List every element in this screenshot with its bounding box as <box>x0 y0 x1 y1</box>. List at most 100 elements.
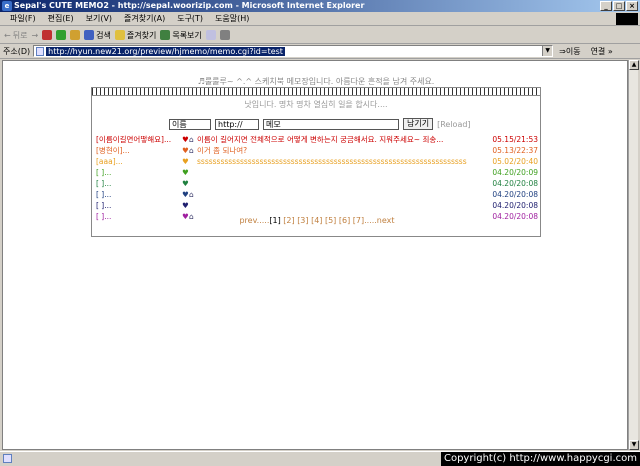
copyright-text: Copyright(c) http://www.happycgi.com <box>440 452 640 466</box>
window-titlebar: e Sepal's CUTE MEMO2 - http://sepal.woor… <box>0 0 640 12</box>
home-button[interactable] <box>70 30 81 40</box>
menu-favorites[interactable]: 즐겨찾기(A) <box>118 13 171 24</box>
window-title: Sepal's CUTE MEMO2 - http://sepal.wooriz… <box>14 1 365 10</box>
page-link-4[interactable]: [4] <box>311 216 322 225</box>
memo-date: 04.20/20:08 <box>492 190 538 199</box>
memo-author[interactable]: [ ]... <box>96 167 111 178</box>
scroll-up-icon[interactable]: ▲ <box>629 60 639 70</box>
memo-row: [ ]... ♥ 04.20/20:09 <box>96 167 538 178</box>
address-bar: 주소(D) http://hyun.new21.org/preview/hjme… <box>0 44 640 59</box>
address-input[interactable]: http://hyun.new21.org/preview/hjmemo/mem… <box>33 45 554 57</box>
back-button[interactable]: ← 뒤로 <box>4 30 27 41</box>
search-icon <box>84 30 95 40</box>
refresh-icon <box>56 30 67 40</box>
home-icon <box>70 30 81 40</box>
mail-button[interactable] <box>205 30 216 40</box>
memo-row: [aaa]... ♥ sssssssssssssssssssssssssssssss… <box>96 156 538 167</box>
memo-message: 이름이 길어지면 전체적으로 어떻게 변하는지 궁금해서요. 지워주세요~ 죄송… <box>197 135 444 144</box>
favorites-button[interactable]: 즐겨찾기 <box>114 30 157 41</box>
go-label: 이동 <box>565 46 581 56</box>
search-label: 검색 <box>96 30 111 40</box>
pagination: prev.....[1] [2] [3] [4] [5] [6] [7]....… <box>92 216 542 225</box>
ie-icon: e <box>2 1 12 11</box>
links-button[interactable]: 연결 » <box>591 46 613 57</box>
memo-date: 04.20/20:08 <box>492 179 538 188</box>
memo-author[interactable]: [aaa]... <box>96 156 123 167</box>
favorites-label: 즐겨찾기 <box>126 30 157 40</box>
heart-icon: ♥ <box>182 179 189 188</box>
memo-message: 이거 좀 되나여? <box>197 146 248 155</box>
page-title: ♬룰룰루~ ^.^ 스케치북 메모장입니다. 아름다운 흔적을 남겨 주세요. <box>197 77 435 86</box>
go-button[interactable]: ⇒이동 <box>559 46 580 57</box>
page-link-2[interactable]: [2] <box>283 216 294 225</box>
page-content: ♬룰룰루~ ^.^ 스케치북 메모장입니다. 아름다운 흔적을 남겨 주세요. … <box>2 60 628 450</box>
memo-author[interactable]: [ ]... <box>96 200 111 211</box>
memo-date: 04.20/20:08 <box>492 201 538 210</box>
heart-icon: ♥ <box>182 157 189 166</box>
page-link-5[interactable]: [5] <box>325 216 336 225</box>
homepage-icon[interactable]: ⌂ <box>189 145 194 156</box>
vertical-scrollbar[interactable]: ▲ ▼ <box>628 60 639 450</box>
forward-button[interactable]: → <box>31 31 38 40</box>
print-icon <box>219 30 230 40</box>
memo-author[interactable]: [ ]... <box>96 189 111 200</box>
menu-file[interactable]: 파일(F) <box>4 13 42 24</box>
memo-date: 05.15/21:53 <box>492 135 538 144</box>
close-button[interactable]: × <box>626 1 638 11</box>
maximize-button[interactable]: □ <box>613 1 625 11</box>
heart-icon: ♥ <box>182 168 189 177</box>
page-link-7[interactable]: [7] <box>353 216 364 225</box>
name-input[interactable]: 이름 <box>169 118 211 130</box>
menu-edit[interactable]: 편집(E) <box>42 13 80 24</box>
memo-author[interactable]: [ ]... <box>96 178 111 189</box>
memo-date: 05.02/20:40 <box>492 157 538 166</box>
search-button[interactable]: 검색 <box>84 30 111 41</box>
status-bar: Copyright(c) http://www.happycgi.com <box>0 451 640 466</box>
memo-row: [ ]... ♥ 04.20/20:08 <box>96 178 538 189</box>
memo-date: 05.13/22:37 <box>492 146 538 155</box>
memo-form: 이름 http:// 메모 남기기 [Reload] <box>169 118 471 130</box>
mail-icon <box>205 30 216 40</box>
menu-help[interactable]: 도움말(H) <box>209 13 255 24</box>
toolbar: ← 뒤로 → 검색 즐겨찾기 목록보기 <box>0 27 640 44</box>
print-button[interactable] <box>219 30 230 40</box>
status-page-icon <box>3 454 12 463</box>
page-link-6[interactable]: [6] <box>339 216 350 225</box>
minimize-button[interactable]: _ <box>600 1 612 11</box>
memo-author[interactable]: [병현이]... <box>96 145 130 156</box>
homepage-icon[interactable]: ⌂ <box>189 134 194 145</box>
stop-button[interactable] <box>42 30 53 40</box>
address-url: http://hyun.new21.org/preview/hjmemo/mem… <box>46 47 285 56</box>
scroll-down-icon[interactable]: ▼ <box>629 440 639 450</box>
memo-author[interactable]: [이름이길면어떻해요]... <box>96 134 171 145</box>
menu-tools[interactable]: 도구(T) <box>171 13 209 24</box>
refresh-button[interactable] <box>56 30 67 40</box>
page-icon <box>36 47 45 56</box>
reload-link[interactable]: [Reload] <box>437 120 470 129</box>
stop-icon <box>42 30 53 40</box>
homepage-icon[interactable]: ⌂ <box>189 189 194 200</box>
favorites-icon <box>114 30 125 40</box>
back-label: 뒤로 <box>12 30 28 40</box>
page-link-1[interactable]: [1] <box>269 216 280 225</box>
page-link-3[interactable]: [3] <box>297 216 308 225</box>
spiral-binding <box>92 88 540 96</box>
memo-date: 04.20/20:09 <box>492 168 538 177</box>
history-label: 목록보기 <box>172 30 202 40</box>
memo-row: [ ]... ♥ ⌂ 04.20/20:08 <box>96 189 538 200</box>
submit-button[interactable]: 남기기 <box>403 118 434 130</box>
memo-row: [병현이]... ♥ ⌂ 이거 좀 되나여? 05.13/22:37 <box>96 145 538 156</box>
heart-icon: ♥ <box>182 146 189 155</box>
memo-list: [이름이길면어떻해요]... ♥ ⌂ 이름이 길어지면 전체적으로 어떻게 변하는지 … <box>96 134 538 222</box>
memo-message: ssssssssssssssssssssssssssssssssssssssss… <box>197 157 467 166</box>
address-dropdown-icon[interactable]: ▼ <box>542 46 553 56</box>
windows-logo-icon <box>616 13 638 25</box>
next-link[interactable]: .....next <box>364 216 394 225</box>
url-input[interactable]: http:// <box>215 118 259 130</box>
history-button[interactable]: 목록보기 <box>160 30 202 41</box>
prev-link[interactable]: prev..... <box>239 216 269 225</box>
menu-view[interactable]: 보기(V) <box>80 13 118 24</box>
menu-bar: 파일(F) 편집(E) 보기(V) 즐겨찾기(A) 도구(T) 도움말(H) <box>0 12 640 26</box>
address-label: 주소(D) <box>3 46 31 56</box>
memo-input[interactable]: 메모 <box>263 118 399 130</box>
